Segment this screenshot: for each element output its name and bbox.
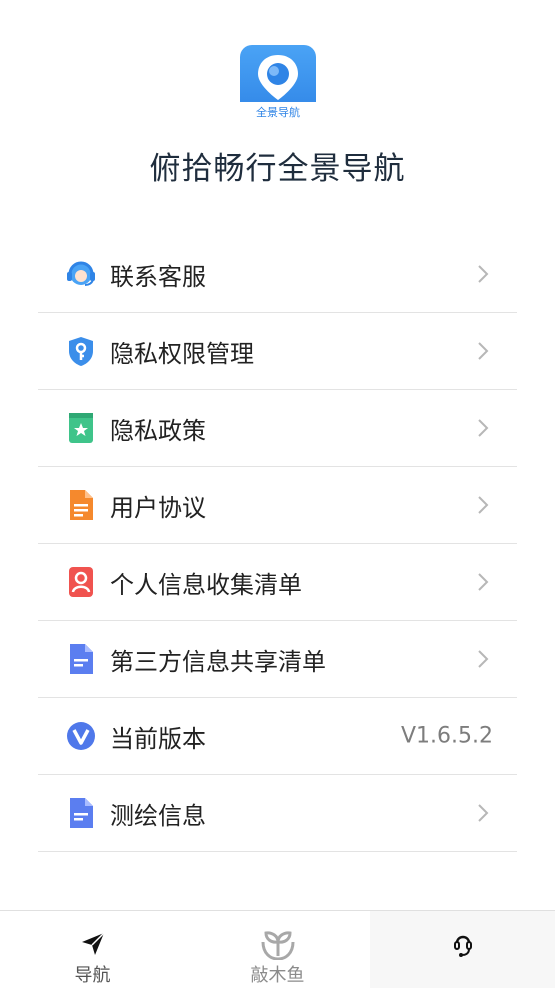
menu-item-label: 个人信息收集清单 [110, 570, 302, 599]
chevron-right-icon [478, 265, 489, 283]
chevron-right-icon [478, 804, 489, 822]
menu-item-label: 隐私权限管理 [110, 339, 254, 368]
menu-item-label: 隐私政策 [110, 416, 206, 445]
headset-icon [65, 258, 97, 290]
v-badge-icon [65, 720, 97, 752]
version-value: V1.6.5.2 [400, 723, 493, 749]
tab-wooden-fish[interactable]: 敲木鱼 [185, 911, 370, 988]
shield-key-icon [65, 335, 97, 367]
app-logo: 全景导航 [240, 45, 316, 120]
tab-label: 导航 [74, 965, 111, 986]
map-pin-logo-icon: 全景导航 [240, 45, 316, 120]
tab-label: 敲木鱼 [250, 965, 305, 986]
menu-item-label: 用户协议 [110, 493, 206, 522]
menu-item-label: 第三方信息共享清单 [110, 647, 326, 676]
bottom-tab-bar: 导航 敲木鱼 [0, 910, 555, 988]
bookmark-star-icon [65, 412, 97, 444]
navigation-arrow-icon [80, 929, 106, 959]
document-blue-icon [65, 797, 97, 829]
tab-support[interactable] [370, 911, 555, 988]
menu-item-contact-support[interactable]: 联系客服 [38, 236, 517, 313]
chevron-right-icon [478, 342, 489, 360]
menu-item-label: 测绘信息 [110, 801, 206, 830]
chevron-right-icon [478, 573, 489, 591]
person-card-icon [65, 566, 97, 598]
menu-item-current-version[interactable]: 当前版本 V1.6.5.2 [38, 698, 517, 775]
menu-item-surveying-info[interactable]: 测绘信息 [38, 775, 517, 852]
menu-item-label: 联系客服 [110, 262, 206, 291]
logo-text: 全景导航 [256, 105, 300, 119]
menu-item-user-agreement[interactable]: 用户协议 [38, 467, 517, 544]
chevron-right-icon [478, 496, 489, 514]
settings-menu: 联系客服 隐私权限管理 隐私政策 用户协议 个人信息收集清单 第三方信息共享清单… [38, 236, 517, 852]
wooden-fish-icon [260, 929, 296, 960]
tab-navigation[interactable]: 导航 [0, 911, 185, 988]
menu-item-personal-info-list[interactable]: 个人信息收集清单 [38, 544, 517, 621]
menu-item-label: 当前版本 [110, 724, 206, 753]
chevron-right-icon [478, 419, 489, 437]
document-blue-icon [65, 643, 97, 675]
document-orange-icon [65, 489, 97, 521]
headset-outline-icon [453, 929, 473, 959]
menu-item-third-party-sharing[interactable]: 第三方信息共享清单 [38, 621, 517, 698]
app-title: 俯拾畅行全景导航 [149, 151, 406, 187]
menu-item-privacy-permissions[interactable]: 隐私权限管理 [38, 313, 517, 390]
menu-item-privacy-policy[interactable]: 隐私政策 [38, 390, 517, 467]
chevron-right-icon [478, 650, 489, 668]
